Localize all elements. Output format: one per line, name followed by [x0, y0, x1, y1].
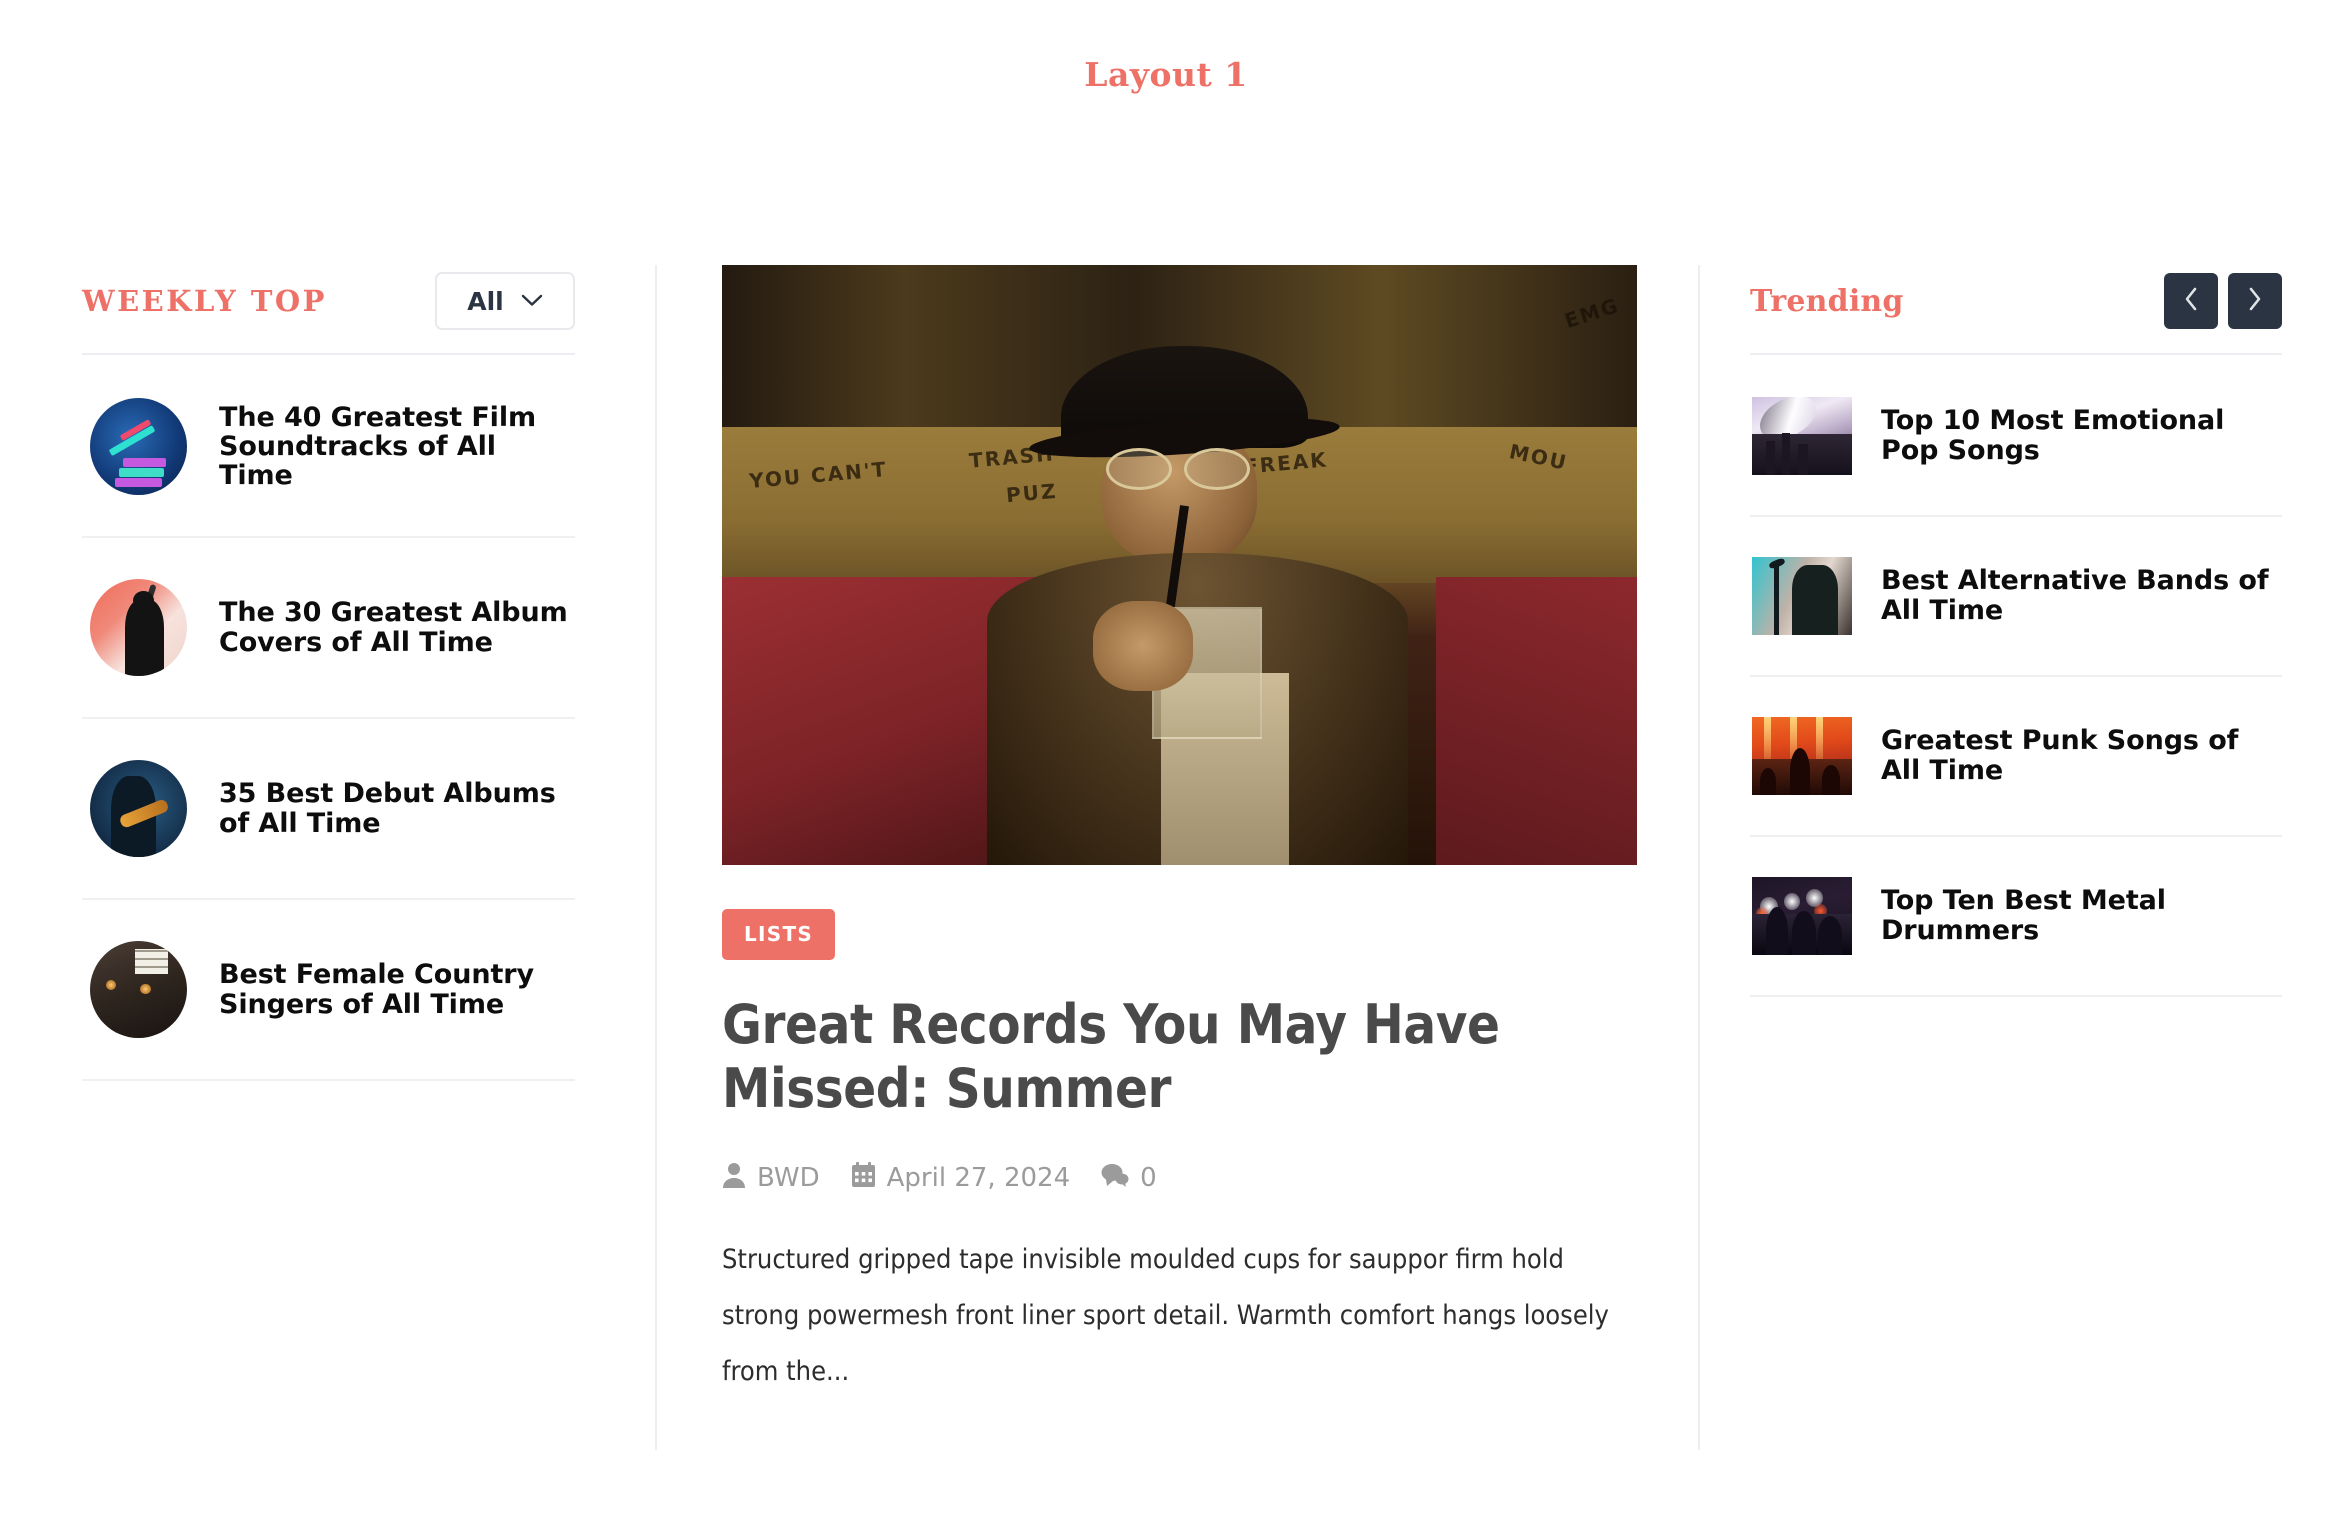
weekly-top-column: WEEKLY TOP All The 40 Greatest Film Soun… — [0, 265, 655, 1450]
trending-next-button[interactable] — [2228, 273, 2282, 329]
weekly-thumbnail — [90, 760, 187, 857]
weekly-thumbnail — [90, 398, 187, 495]
author-name: BWD — [757, 1163, 820, 1193]
trending-rule — [1750, 353, 2282, 355]
weekly-list-item[interactable]: Best Female Country Singers of All Time — [82, 900, 575, 1081]
page-root: Layout 1 WEEKLY TOP All The 40 Greatest … — [0, 0, 2332, 1524]
trending-list-item[interactable]: Top 10 Most Emotional Pop Songs — [1750, 357, 2282, 517]
author-meta: BWD — [722, 1162, 820, 1195]
trending-item-title: Top Ten Best Metal Drummers — [1881, 884, 2166, 946]
article-excerpt: Structured gripped tape invisible moulde… — [722, 1243, 1609, 1387]
weekly-item-title: 35 Best Debut Albums of All Time — [219, 778, 556, 839]
weekly-thumbnail — [90, 579, 187, 676]
weekly-top-header: WEEKLY TOP All — [82, 265, 575, 337]
trending-prev-button[interactable] — [2164, 273, 2218, 329]
trending-item-title: Top 10 Most Emotional Pop Songs — [1881, 404, 2225, 466]
chevron-left-icon — [2182, 286, 2200, 316]
user-icon — [722, 1162, 746, 1195]
article-meta: BWD April 27, 2024 0 — [722, 1161, 1633, 1195]
trending-list-item[interactable]: Greatest Punk Songs of All Time — [1750, 677, 2282, 837]
date-meta: April 27, 2024 — [851, 1161, 1071, 1195]
trending-header: Trending — [1750, 265, 2282, 337]
weekly-list-item[interactable]: The 40 Greatest Film Soundtracks of All … — [82, 357, 575, 538]
comment-count: 0 — [1140, 1163, 1157, 1193]
trending-thumbnail — [1752, 557, 1852, 635]
trending-list-item[interactable]: Top Ten Best Metal Drummers — [1750, 837, 2282, 997]
comments-icon — [1101, 1163, 1129, 1194]
weekly-filter-value: All — [467, 286, 504, 316]
featured-article-image[interactable]: YOU CAN'T TRASH PUZ FREAK MOU EMG — [722, 265, 1637, 865]
weekly-filter-dropdown[interactable]: All — [435, 272, 575, 330]
trending-list: Top 10 Most Emotional Pop Songs Best Alt… — [1750, 357, 2282, 997]
comments-meta: 0 — [1101, 1163, 1157, 1194]
trending-heading: Trending — [1750, 283, 1904, 319]
calendar-icon — [851, 1161, 876, 1195]
weekly-top-heading: WEEKLY TOP — [82, 284, 327, 318]
weekly-top-rule — [82, 353, 575, 355]
trending-list-item[interactable]: Best Alternative Bands of All Time — [1750, 517, 2282, 677]
weekly-top-list: The 40 Greatest Film Soundtracks of All … — [82, 357, 575, 1081]
category-badge[interactable]: LISTS — [722, 909, 836, 960]
trending-item-title: Best Alternative Bands of All Time — [1881, 564, 2269, 626]
trending-item-title: Greatest Punk Songs of All Time — [1881, 724, 2239, 786]
weekly-item-title: The 30 Greatest Album Covers of All Time — [219, 597, 568, 658]
three-column-layout: WEEKLY TOP All The 40 Greatest Film Soun… — [0, 265, 2332, 1450]
weekly-list-item[interactable]: 35 Best Debut Albums of All Time — [82, 719, 575, 900]
weekly-item-title: Best Female Country Singers of All Time — [219, 959, 534, 1020]
chevron-down-icon — [521, 292, 543, 311]
trending-nav — [2164, 273, 2282, 329]
publish-date: April 27, 2024 — [886, 1163, 1071, 1193]
trending-thumbnail — [1752, 397, 1852, 475]
weekly-item-title: The 40 Greatest Film Soundtracks of All … — [219, 401, 537, 492]
trending-thumbnail — [1752, 717, 1852, 795]
weekly-list-item[interactable]: The 30 Greatest Album Covers of All Time — [82, 538, 575, 719]
featured-article-column: YOU CAN'T TRASH PUZ FREAK MOU EMG LISTS … — [655, 265, 1700, 1450]
chevron-right-icon — [2246, 286, 2264, 316]
page-title: Layout 1 — [1084, 55, 1248, 94]
weekly-thumbnail — [90, 941, 187, 1038]
featured-headline[interactable]: Great Records You May Have Missed: Summe… — [722, 993, 1582, 1122]
trending-thumbnail — [1752, 877, 1852, 955]
trending-column: Trending Top 10 Most Emotional Pop Songs… — [1700, 265, 2332, 1450]
